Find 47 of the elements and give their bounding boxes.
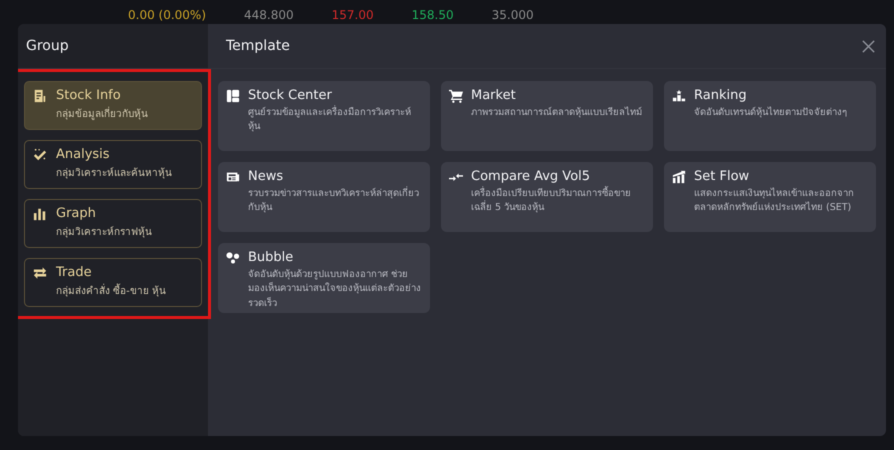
template-title: Stock Center bbox=[248, 88, 332, 103]
growth-chart-icon bbox=[672, 170, 686, 184]
template-description: จัดอันดับเทรนด์หุ้นไทยตามปัจจัยต่างๆ bbox=[693, 106, 848, 120]
bar-chart-icon bbox=[33, 206, 47, 220]
template-card[interactable]: Set Flow แสดงกระแสเงินทุนไหลเข้าและออกจากตลาดหลักทรัพย์แห่งประเทศไทย (SET) bbox=[664, 162, 876, 232]
template-description: เครื่องมือเปรียบเทียบปริมาณการซื้อขายเฉลี่ย 5 วันของหุ้น bbox=[470, 187, 632, 216]
template-card[interactable]: Stock Center ศูนย์รวมข้อมูลและเครื่องมือการวิเคราะห์หุ้น bbox=[218, 81, 430, 151]
template-title: Market bbox=[471, 88, 516, 103]
price-value: 158.50 bbox=[412, 8, 454, 22]
template-card[interactable]: News รวบรวมข่าวสารและบทวิเคราะห์ล่าสุดเกี่ยวกับหุ้น bbox=[218, 162, 430, 232]
group-description: กลุ่มวิเคราะห์และค้นหาหุ้น bbox=[55, 166, 173, 180]
price-value: 0.00 (0.00%) bbox=[128, 8, 206, 22]
template-card[interactable]: Compare Avg Vol5 เครื่องมือเปรียบเทียบปริมาณการซื้อขายเฉลี่ย 5 วันของหุ้น bbox=[441, 162, 653, 232]
price-value: 35.000 bbox=[492, 8, 534, 22]
price-value: 448.800 bbox=[244, 8, 294, 22]
panel-title: Template bbox=[226, 38, 290, 54]
template-title: News bbox=[248, 169, 284, 184]
podium-icon bbox=[672, 88, 686, 102]
group-item[interactable]: Stock Info กลุ่มข้อมูลเกี่ยวกับหุ้น bbox=[24, 81, 202, 130]
group-description: กลุ่มวิเคราะห์กราฟหุ้น bbox=[55, 225, 153, 239]
bubbles-icon bbox=[226, 250, 240, 264]
newspaper-icon bbox=[226, 170, 240, 184]
group-item[interactable]: Graph กลุ่มวิเคราะห์กราฟหุ้น bbox=[24, 199, 202, 248]
cart-icon bbox=[449, 88, 463, 102]
template-description: ศูนย์รวมข้อมูลและเครื่องมือการวิเคราะห์หุ้น bbox=[247, 106, 412, 134]
template-title: Bubble bbox=[248, 250, 294, 265]
template-card[interactable]: Bubble จัดอันดับหุ้นด้วยรูปแบบฟองอากาศ ช่วยมองเห็นความน่าสนใจของหุ้นแต่ละตัวอย่างรวดเร็ว bbox=[218, 243, 430, 313]
template-description: แสดงกระแสเงินทุนไหลเข้าและออกจากตลาดหลักทรัพย์แห่งประเทศไทย (SET) bbox=[693, 187, 855, 216]
template-description: จัดอันดับหุ้นด้วยรูปแบบฟองอากาศ ช่วยมองเห็นความน่าสนใจของหุ้นแต่ละตัวอย่างรวดเร็ว bbox=[247, 268, 422, 310]
panel-title: Group bbox=[26, 38, 69, 54]
group-item[interactable]: Analysis กลุ่มวิเคราะห์และค้นหาหุ้น bbox=[24, 140, 202, 189]
layout-icon bbox=[226, 88, 240, 102]
swap-arrows-icon bbox=[33, 266, 47, 280]
group-item[interactable]: Trade กลุ่มส่งคำสั่ง ซื้อ-ขาย หุ้น bbox=[24, 258, 202, 307]
price-value: 157.00 bbox=[332, 8, 374, 22]
close-icon[interactable] bbox=[861, 38, 876, 54]
document-icon bbox=[33, 88, 47, 102]
group-description: กลุ่มส่งคำสั่ง ซื้อ-ขาย หุ้น bbox=[33, 283, 193, 298]
template-title: Set Flow bbox=[694, 169, 750, 184]
template-description: รวบรวมข่าวสารและบทวิเคราะห์ล่าสุดเกี่ยวกับหุ้น bbox=[247, 187, 420, 216]
template-card[interactable]: Market ภาพรวมสถานการณ์ตลาดหุ้นแบบเรียลไทม์ bbox=[441, 81, 653, 151]
template-title: Compare Avg Vol5 bbox=[471, 169, 590, 184]
magic-wand-icon bbox=[33, 148, 47, 162]
group-description: กลุ่มข้อมูลเกี่ยวกับหุ้น bbox=[33, 106, 193, 121]
template-card[interactable]: Ranking จัดอันดับเทรนด์หุ้นไทยตามปัจจัยต่างๆ bbox=[664, 81, 876, 151]
template-description: ภาพรวมสถานการณ์ตลาดหุ้นแบบเรียลไทม์ bbox=[470, 106, 643, 120]
template-title: Ranking bbox=[694, 88, 747, 103]
